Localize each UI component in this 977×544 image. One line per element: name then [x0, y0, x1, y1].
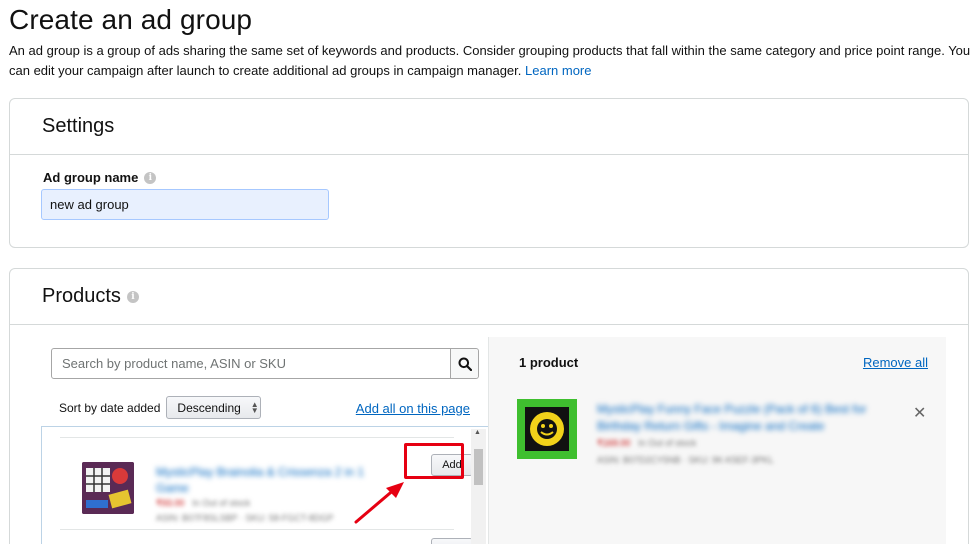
remove-all-link[interactable]: Remove all [863, 355, 928, 370]
product-search-box [51, 348, 479, 379]
product-search-input[interactable] [52, 349, 450, 378]
sort-label: Sort by date added [59, 400, 161, 415]
products-card: Products i Sort by date added Descending… [9, 268, 969, 544]
product-ids: ASIN: B07F8SLSBP · SKU: 58-FGCT-8DGP [156, 513, 334, 523]
added-product-count: 1 product [519, 355, 579, 370]
product-price-row: ₹93.00 In Out of stock [156, 498, 250, 509]
remove-product-close-icon[interactable]: ✕ [913, 403, 926, 423]
search-button[interactable] [450, 349, 478, 378]
ad-group-name-input[interactable] [41, 189, 329, 220]
added-product-price-row: ₹169.00 In Out of stock [597, 438, 696, 449]
add-button-highlight-box [404, 443, 464, 479]
settings-heading: Settings [42, 115, 115, 137]
sort-row: Sort by date added Descending ▲ ▼ [59, 396, 262, 419]
added-product-price: ₹169.00 [597, 438, 631, 448]
add-all-on-page-link[interactable]: Add all on this page [356, 401, 470, 416]
intro-description: An ad group is a group of ads sharing th… [9, 43, 971, 78]
red-arrow-annotation-icon [354, 482, 404, 524]
sort-order-select[interactable]: Descending ▲ ▼ [166, 396, 262, 419]
products-heading: Products [42, 285, 121, 307]
product-search-pane: Sort by date added Descending ▲▼ Add all… [10, 325, 489, 544]
settings-header: Settings [10, 99, 968, 155]
product-stock: In Out of stock [192, 498, 251, 508]
page-title: Create an ad group [9, 4, 253, 35]
sort-caret-icon: ▲ ▼ [250, 399, 259, 415]
added-products-pane: 1 product Remove all MysticPlay Funny Fa… [488, 337, 946, 544]
added-product-title[interactable]: MysticPlay Funny Face Puzzle (Pack of 6)… [597, 401, 897, 435]
add-product-button[interactable] [431, 538, 473, 544]
added-product-thumbnail [517, 399, 577, 459]
added-product-stock: In Out of stock [638, 438, 697, 448]
scroll-up-icon[interactable]: ▲ [474, 429, 481, 436]
ad-group-name-label-text: Ad group name [43, 170, 139, 185]
product-list-scrollbar[interactable]: ▲ [471, 429, 486, 544]
settings-card: Settings Ad group name i [9, 98, 969, 248]
list-item [60, 529, 473, 544]
product-price: ₹93.00 [156, 498, 185, 508]
products-header: Products i [10, 269, 968, 325]
ad-group-name-label: Ad group name i [43, 170, 157, 185]
info-icon[interactable]: i [126, 290, 139, 303]
scroll-thumb[interactable] [474, 449, 483, 485]
intro-text: An ad group is a group of ads sharing th… [9, 41, 974, 81]
sort-order-value: Descending [177, 400, 241, 415]
learn-more-link[interactable]: Learn more [525, 63, 591, 78]
game-box-image [82, 462, 134, 514]
info-icon[interactable]: i [144, 171, 157, 184]
product-thumbnail [82, 462, 134, 514]
added-product-ids: ASIN: B07D2CY5NB · SKU: 9K-K5EF-3PKL [597, 455, 774, 465]
search-icon [458, 357, 472, 371]
smiley-face-image [525, 407, 569, 451]
